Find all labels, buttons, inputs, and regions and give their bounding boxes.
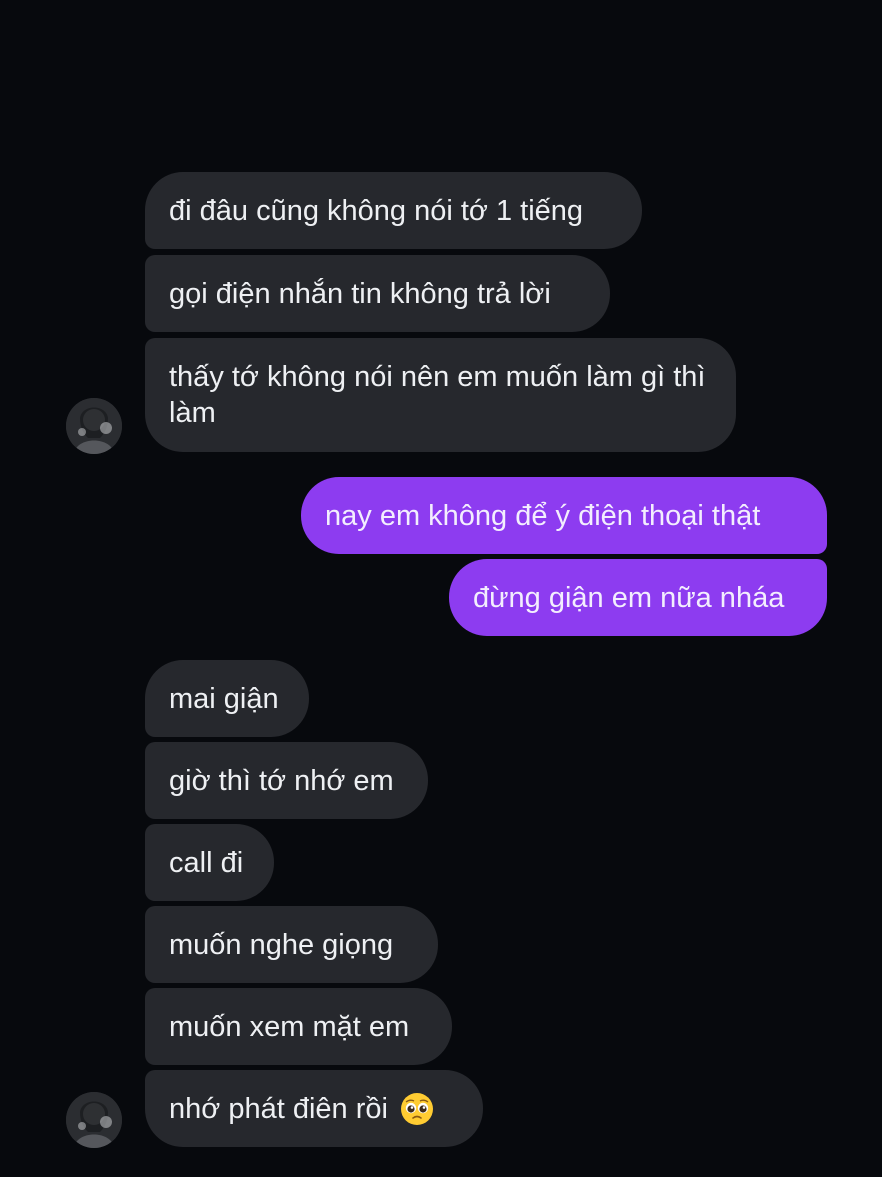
message-bubble-incoming[interactable]: call đi [145, 824, 274, 901]
message-bubble-outgoing[interactable]: đừng giận em nữa nháa [449, 559, 827, 636]
message-text: muốn xem mặt em [169, 1010, 410, 1043]
message-bubble-incoming[interactable]: gọi điện nhắn tin không trả lời [145, 255, 610, 332]
message-text: mai giận [169, 682, 279, 715]
avatar-image [66, 398, 122, 454]
message-text: call đi [169, 846, 244, 879]
message-text: nay em không để ý điện thoại thật [325, 499, 761, 532]
message-bubble-incoming[interactable]: nhớ phát điên rồi [145, 1070, 483, 1147]
message-bubble-incoming[interactable]: giờ thì tớ nhớ em [145, 742, 428, 819]
pleading-face-emoji [400, 1092, 434, 1126]
avatar-image [66, 1092, 122, 1148]
message-text: giờ thì tớ nhớ em [169, 764, 394, 797]
message-text: đừng giận em nữa nháa [473, 581, 785, 614]
message-text: nhớ phát điên rồi [169, 1092, 388, 1125]
chat-thread: đi đâu cũng không nói tớ 1 tiếng gọi điệ… [0, 0, 882, 1177]
message-bubble-incoming[interactable]: thấy tớ không nói nên em muốn làm gì thì… [145, 338, 736, 452]
message-text: muốn nghe giọng [169, 928, 394, 961]
message-bubble-incoming[interactable]: muốn xem mặt em [145, 988, 452, 1065]
message-bubble-incoming[interactable]: mai giận [145, 660, 309, 737]
message-text: gọi điện nhắn tin không trả lời [169, 277, 551, 310]
contact-avatar[interactable] [66, 1092, 122, 1148]
message-bubble-incoming[interactable]: muốn nghe giọng [145, 906, 438, 983]
message-bubble-incoming[interactable]: đi đâu cũng không nói tớ 1 tiếng [145, 172, 642, 249]
message-text: đi đâu cũng không nói tớ 1 tiếng [169, 194, 584, 227]
contact-avatar[interactable] [66, 398, 122, 454]
message-text: thấy tớ không nói nên em muốn làm gì thì… [169, 361, 706, 429]
message-bubble-outgoing[interactable]: nay em không để ý điện thoại thật [301, 477, 827, 554]
